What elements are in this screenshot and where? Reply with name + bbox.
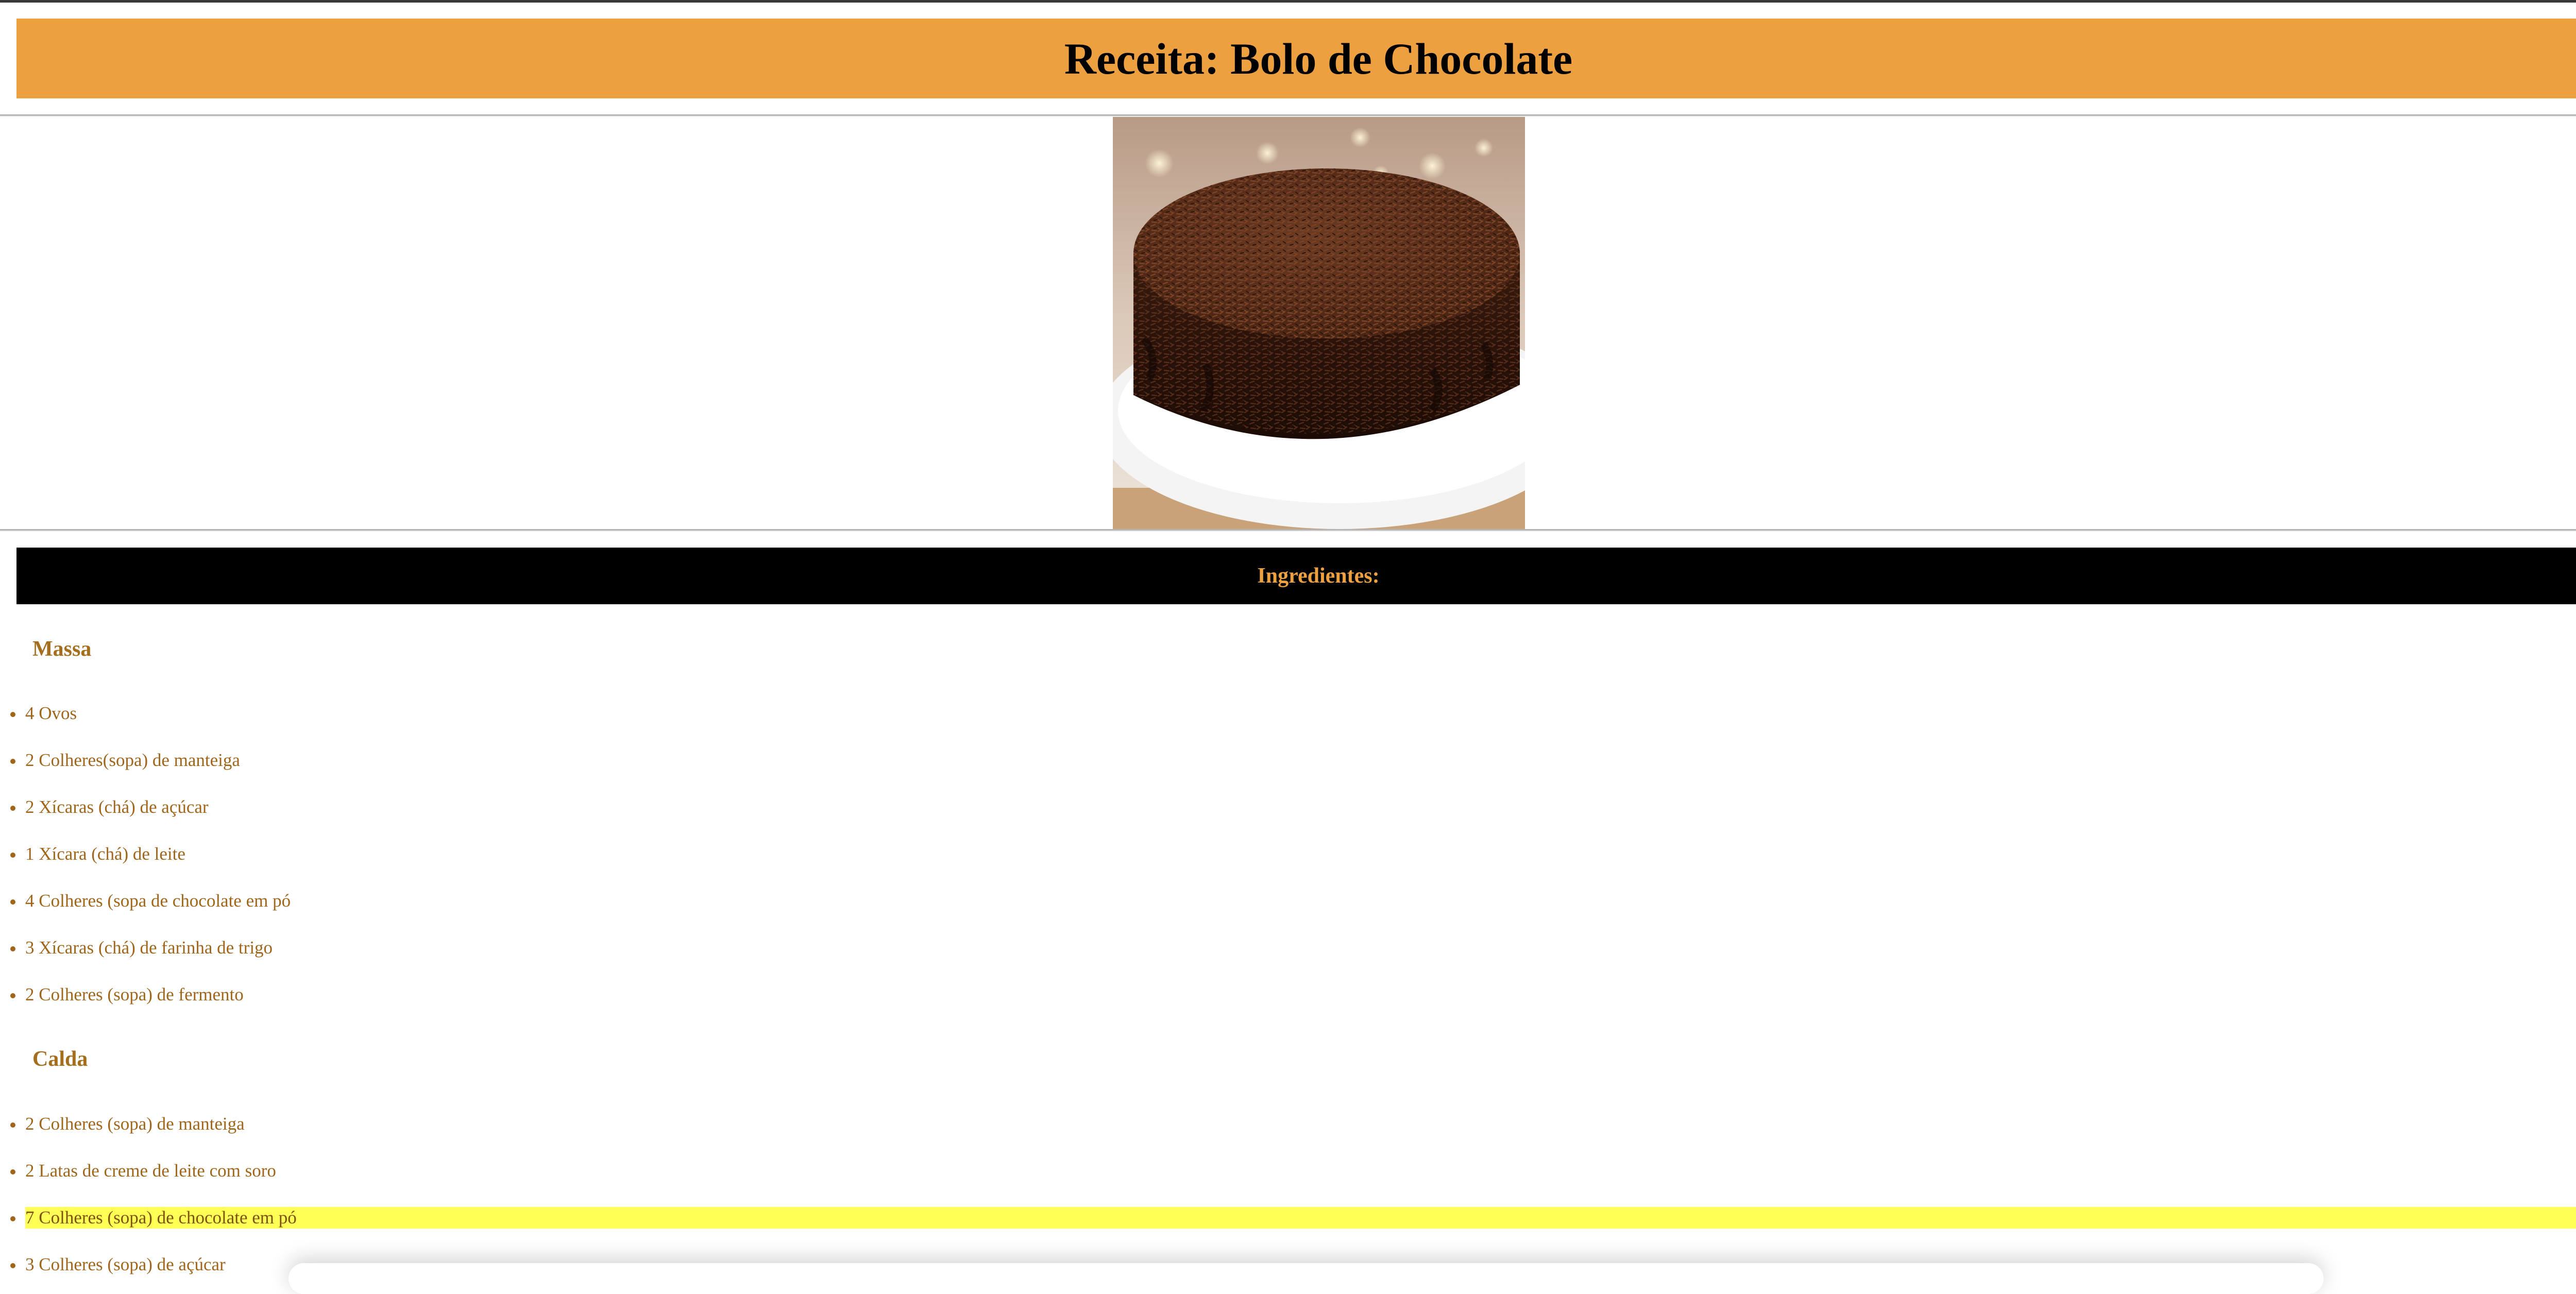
list-item: 2 Latas de creme de leite com soro (10, 1160, 2576, 1182)
cake-image (1113, 117, 1525, 529)
list-item: 4 Colheres (sopa de chocolate em pó (10, 890, 2576, 912)
section-title-calda: Calda (32, 1047, 88, 1071)
bottom-overlay-shadow (289, 1263, 2324, 1294)
list-item: 2 Colheres(sopa) de manteiga (10, 750, 2576, 771)
window-top-border (0, 0, 2576, 3)
list-item: 1 Xícara (chá) de leite (10, 843, 2576, 865)
section-title-massa: Massa (32, 637, 92, 661)
ingredients-header: Ingredientes: (16, 548, 2576, 604)
list-item: 2 Colheres (sopa) de manteiga (10, 1113, 2576, 1135)
list-item: 3 Xícaras (chá) de farinha de trigo (10, 937, 2576, 959)
list-item: 4 Ovos (10, 703, 2576, 724)
list-item: 2 Colheres (sopa) de fermento (10, 984, 2576, 1006)
page-header: Receita: Bolo de Chocolate (16, 19, 2576, 98)
horizontal-divider (0, 529, 2576, 532)
list-item: 2 Xícaras (chá) de açúcar (10, 796, 2576, 818)
list-item-highlighted: 7 Colheres (sopa) de chocolate em pó (10, 1207, 2576, 1229)
page-title: Receita: Bolo de Chocolate (1064, 33, 1573, 83)
ingredients-heading: Ingredientes: (1257, 564, 1380, 588)
